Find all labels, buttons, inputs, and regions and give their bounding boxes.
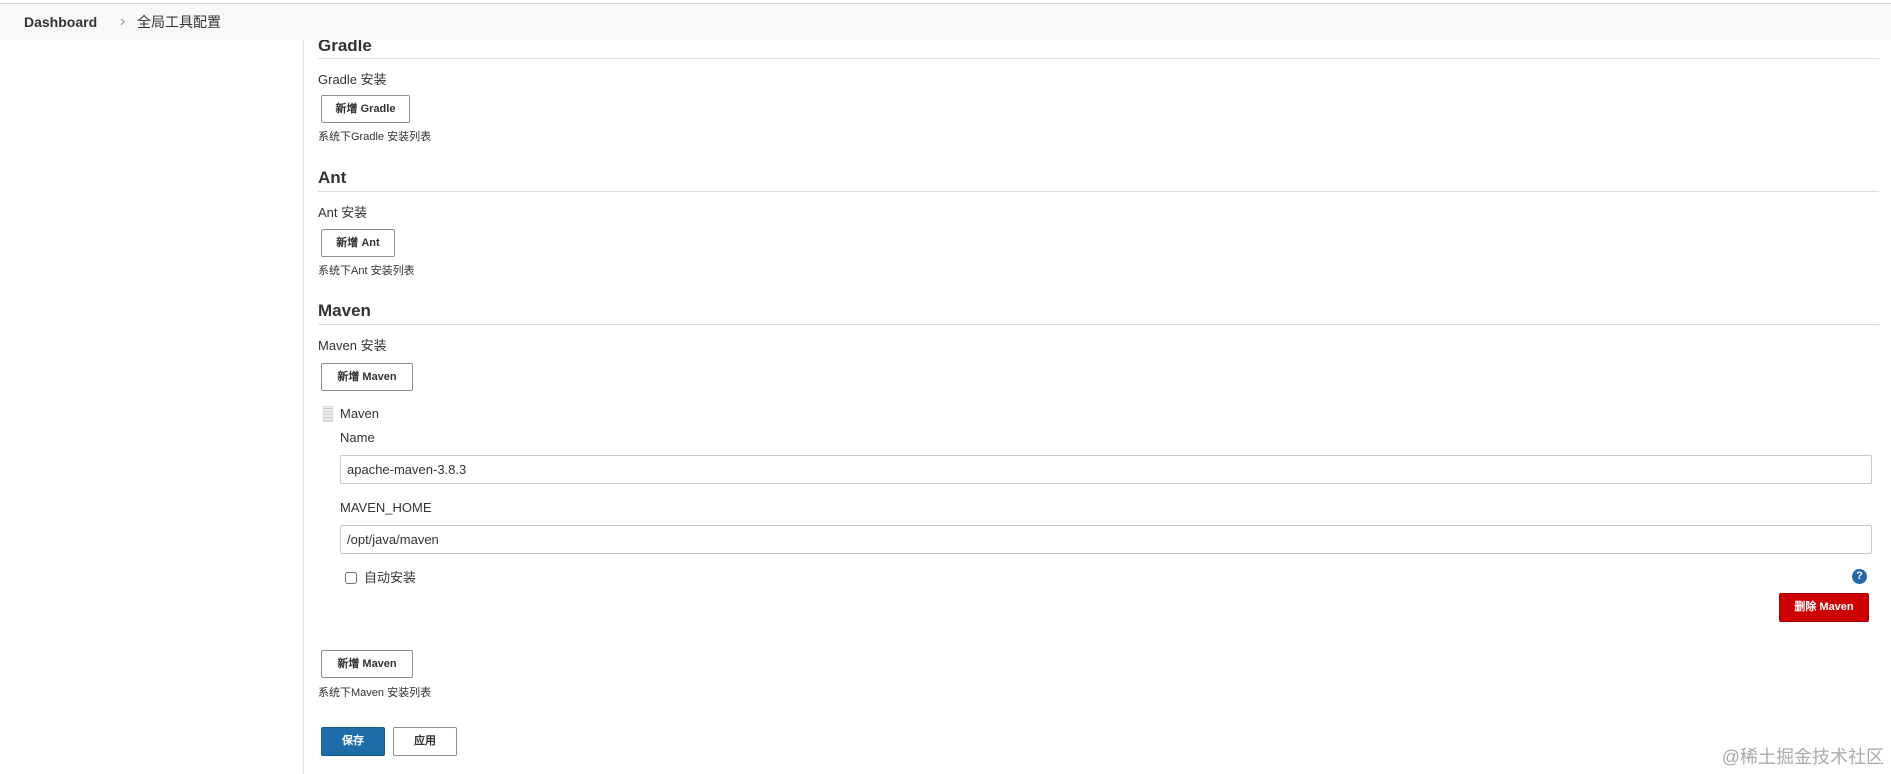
gradle-install-label: Gradle 安装 — [318, 72, 387, 87]
add-maven-button-bottom[interactable]: 新增 Maven — [321, 650, 413, 678]
save-button[interactable]: 保存 — [321, 727, 385, 756]
delete-maven-button[interactable]: 删除 Maven — [1779, 593, 1869, 622]
breadcrumb: Dashboard 全局工具配置 — [0, 4, 1891, 40]
drag-handle-icon[interactable] — [323, 406, 333, 422]
add-gradle-button[interactable]: 新增 Gradle — [321, 95, 410, 123]
maven-section-divider — [318, 324, 1879, 325]
maven-home-label: MAVEN_HOME — [340, 500, 432, 515]
ant-install-label: Ant 安装 — [318, 205, 368, 220]
apply-button[interactable]: 应用 — [393, 727, 457, 756]
maven-install-label: Maven 安装 — [318, 338, 387, 353]
auto-install-label[interactable]: 自动安装 — [364, 570, 416, 586]
auto-install-checkbox[interactable] — [345, 572, 357, 584]
chevron-right-icon — [120, 18, 126, 26]
watermark: @稀土掘金技术社区 — [1721, 747, 1884, 767]
header-divider — [0, 3, 1891, 4]
help-icon[interactable]: ? — [1852, 569, 1867, 584]
breadcrumb-current-page[interactable]: 全局工具配置 — [137, 14, 221, 30]
add-maven-button-top[interactable]: 新增 Maven — [321, 363, 413, 391]
ant-section-divider — [318, 191, 1879, 192]
ant-section-title: Ant — [318, 168, 347, 187]
add-ant-button[interactable]: 新增 Ant — [321, 229, 395, 257]
maven-installation-header: Maven — [340, 406, 380, 421]
maven-home-input[interactable] — [340, 525, 1872, 554]
maven-install-hint: 系统下Maven 安装列表 — [318, 687, 432, 699]
side-panel — [0, 40, 304, 774]
maven-section-title: Maven — [318, 301, 371, 320]
gradle-install-hint: 系统下Gradle 安装列表 — [318, 131, 432, 143]
maven-name-input[interactable] — [340, 455, 1872, 484]
gradle-section-divider — [318, 58, 1879, 59]
ant-install-hint: 系统下Ant 安装列表 — [318, 265, 415, 277]
breadcrumb-dashboard-link[interactable]: Dashboard — [24, 14, 97, 30]
maven-name-label: Name — [340, 430, 375, 445]
